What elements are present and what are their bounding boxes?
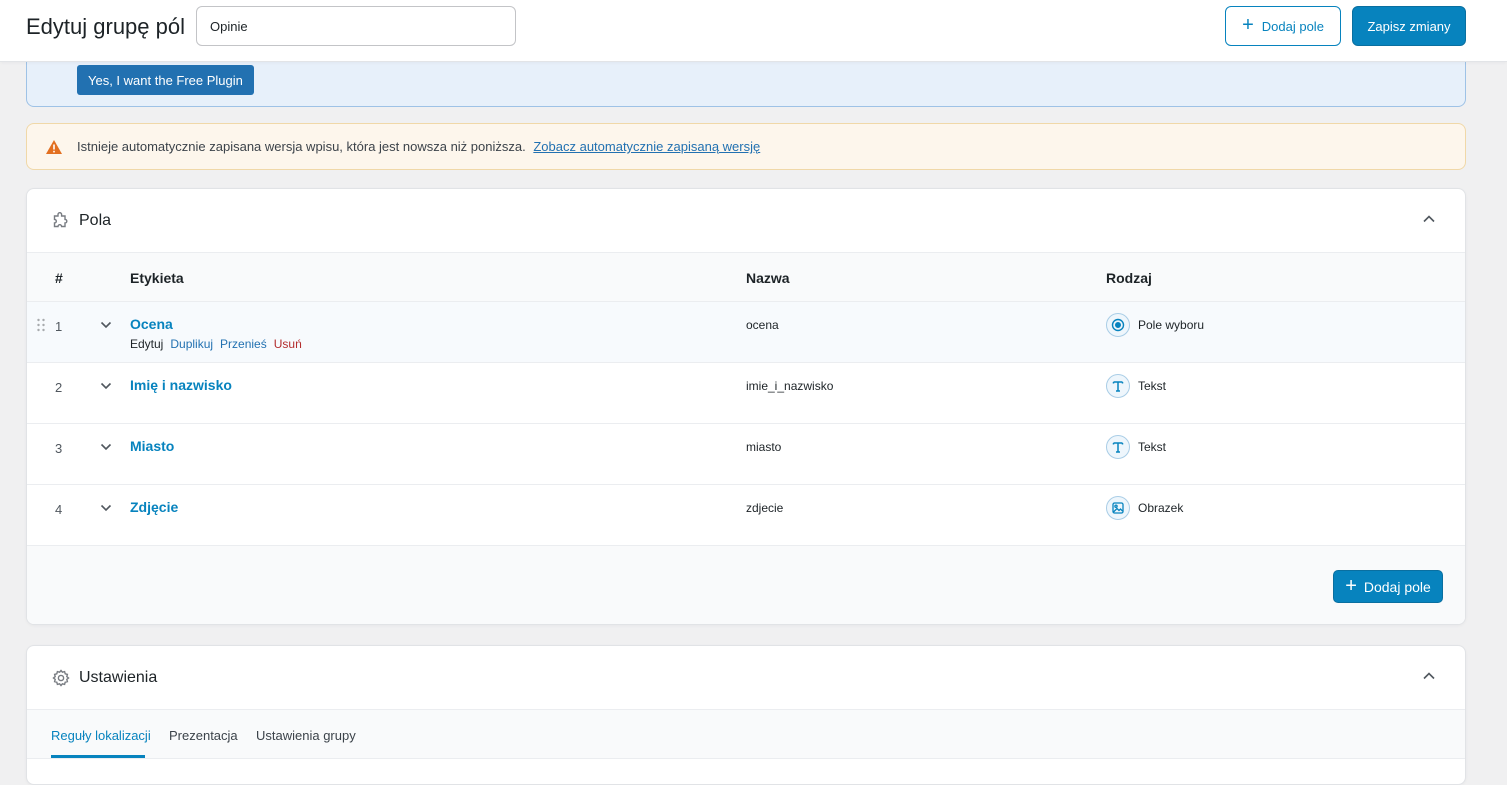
field-label-link[interactable]: Ocena: [130, 316, 173, 332]
table-row[interactable]: 1 Ocena Edytuj Duplikuj Przenieś Usuń oc…: [27, 302, 1465, 363]
chevron-down-icon[interactable]: [99, 501, 113, 515]
chevron-down-icon[interactable]: [99, 318, 113, 332]
add-field-label: Dodaj pole: [1261, 18, 1324, 34]
settings-panel: Ustawienia Reguły lokalizacji Prezentacj…: [26, 645, 1466, 785]
fields-panel-footer: + Dodaj pole: [27, 546, 1465, 624]
tab-presentation[interactable]: Prezentacja: [169, 728, 238, 743]
view-autosave-link[interactable]: Zobacz automatycznie zapisaną wersję: [533, 139, 760, 154]
field-type: Pole wyboru: [1106, 313, 1204, 337]
field-type: Tekst: [1106, 435, 1166, 459]
settings-panel-header[interactable]: Ustawienia: [27, 646, 1465, 710]
fields-panel-title: Pola: [79, 211, 112, 229]
settings-panel-title: Ustawienia: [79, 668, 158, 686]
top-header: Edytuj grupę pól + Dodaj pole Zapisz zmi…: [0, 0, 1507, 62]
field-type-label: Obrazek: [1138, 501, 1184, 515]
warning-icon: [46, 139, 62, 154]
field-type-label: Pole wyboru: [1138, 318, 1205, 332]
tab-group-settings[interactable]: Ustawienia grupy: [256, 728, 356, 743]
plus-icon: +: [1242, 14, 1254, 36]
active-tab-indicator: [51, 755, 145, 758]
field-type-label: Tekst: [1138, 379, 1167, 393]
table-row[interactable]: 2 Imię i nazwisko imie_i_nazwisko Tekst: [27, 363, 1465, 424]
gear-icon: [52, 668, 70, 687]
tab-location-rules[interactable]: Reguły lokalizacji: [51, 728, 151, 743]
field-label-link[interactable]: Miasto: [130, 438, 174, 454]
field-type-label: Tekst: [1138, 440, 1167, 454]
column-label: Etykieta: [130, 270, 184, 286]
plus-icon: +: [1345, 574, 1357, 597]
puzzle-icon: [53, 211, 68, 227]
text-icon: [1106, 435, 1130, 459]
column-name: Nazwa: [746, 270, 790, 286]
field-label-link[interactable]: Imię i nazwisko: [130, 377, 232, 393]
fields-table-header: # Etykieta Nazwa Rodzaj: [27, 253, 1465, 302]
autosave-notice: Istnieje automatycznie zapisana wersja w…: [26, 123, 1466, 170]
add-field-label: Dodaj pole: [1363, 578, 1431, 595]
radio-icon: [1106, 313, 1130, 337]
row-number: 2: [55, 380, 63, 395]
delete-action[interactable]: Usuń: [274, 337, 302, 351]
field-name: miasto: [746, 440, 782, 454]
duplicate-action[interactable]: Duplikuj: [170, 337, 213, 351]
add-field-button-bottom[interactable]: + Dodaj pole: [1333, 570, 1443, 603]
free-plugin-button[interactable]: Yes, I want the Free Plugin: [77, 65, 254, 95]
row-actions: Edytuj Duplikuj Przenieś Usuń: [130, 337, 302, 351]
field-type: Tekst: [1106, 374, 1166, 398]
column-num: #: [55, 270, 63, 286]
field-name: imie_i_nazwisko: [746, 379, 834, 393]
autosave-notice-text: Istnieje automatycznie zapisana wersja w…: [77, 139, 761, 154]
table-row[interactable]: 3 Miasto miasto Tekst: [27, 424, 1465, 485]
chevron-up-icon[interactable]: [1421, 668, 1437, 684]
edit-action[interactable]: Edytuj: [130, 337, 163, 351]
image-icon: [1106, 496, 1130, 520]
fields-panel: Pola # Etykieta Nazwa Rodzaj 1 Ocena Edy…: [26, 188, 1466, 625]
chevron-down-icon[interactable]: [99, 440, 113, 454]
chevron-up-icon[interactable]: [1421, 211, 1437, 227]
move-action[interactable]: Przenieś: [220, 337, 267, 351]
save-changes-button[interactable]: Zapisz zmiany: [1352, 6, 1466, 46]
field-label-link[interactable]: Zdjęcie: [130, 499, 178, 515]
table-row[interactable]: 4 Zdjęcie zdjecie Obrazek: [27, 485, 1465, 546]
chevron-down-icon[interactable]: [99, 379, 113, 393]
drag-handle-icon[interactable]: [36, 318, 46, 332]
row-number: 3: [55, 441, 63, 456]
field-name: ocena: [746, 318, 779, 332]
row-number: 4: [55, 502, 63, 517]
field-name: zdjecie: [746, 501, 784, 515]
settings-tabs: Reguły lokalizacji Prezentacja Ustawieni…: [27, 710, 1465, 759]
field-group-title-input[interactable]: [196, 6, 516, 46]
add-field-button-top[interactable]: + Dodaj pole: [1225, 6, 1341, 46]
row-number: 1: [55, 319, 63, 334]
column-type: Rodzaj: [1106, 270, 1152, 286]
field-type: Obrazek: [1106, 496, 1183, 520]
page-title: Edytuj grupę pól: [26, 14, 185, 39]
fields-panel-header[interactable]: Pola: [27, 189, 1465, 253]
text-icon: [1106, 374, 1130, 398]
